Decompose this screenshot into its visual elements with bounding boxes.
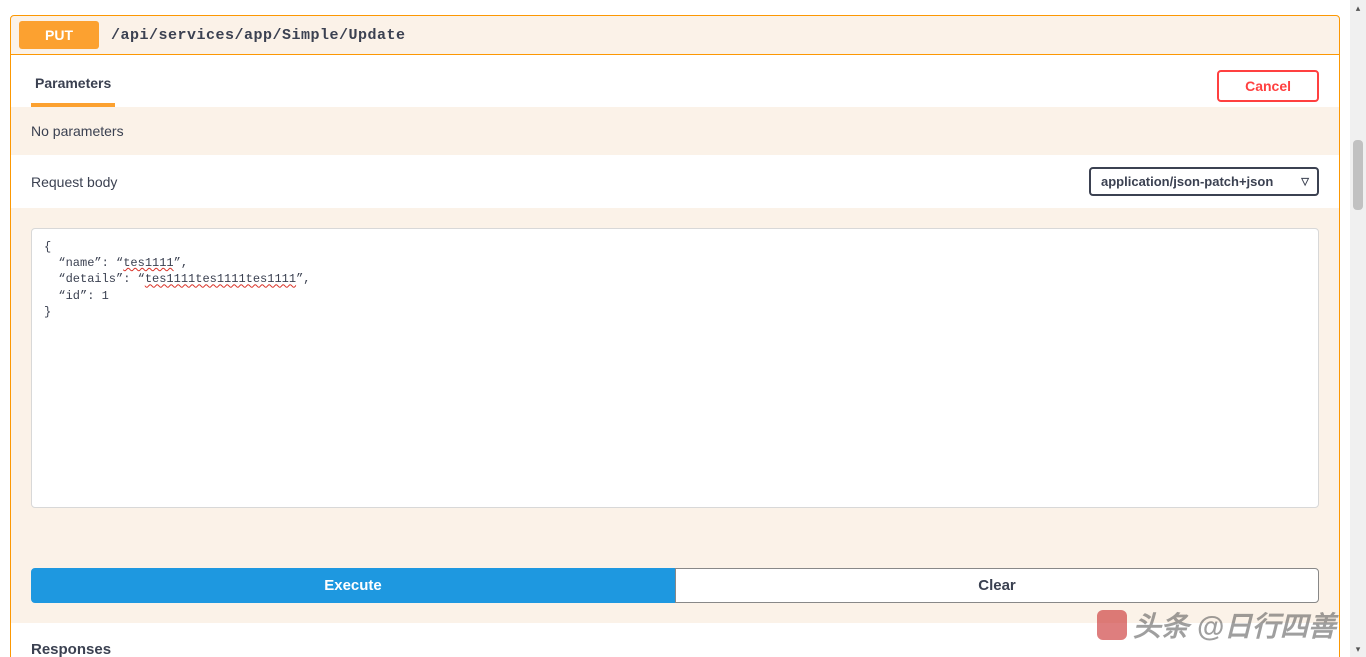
watermark: 头条 @日行四善 — [1097, 605, 1336, 645]
scrollbar-thumb[interactable] — [1353, 140, 1363, 210]
watermark-logo-icon — [1097, 610, 1127, 640]
method-badge: PUT — [19, 21, 99, 49]
execute-button[interactable]: Execute — [31, 568, 675, 603]
request-body-section: { “name”: “tes1111”, “details”: “tes1111… — [11, 208, 1339, 538]
scroll-up-icon[interactable]: ▴ — [1350, 0, 1366, 16]
clear-button[interactable]: Clear — [675, 568, 1319, 603]
tab-parameters[interactable]: Parameters — [31, 65, 115, 107]
request-body-header: Request body application/json-patch+json… — [11, 155, 1339, 208]
request-body-label: Request body — [31, 174, 117, 190]
no-parameters-message: No parameters — [11, 107, 1339, 155]
content-type-value: application/json-patch+json — [1101, 174, 1273, 189]
chevron-down-icon: ▽ — [1301, 176, 1309, 187]
tabs-row: Parameters Cancel — [11, 55, 1339, 107]
operation-summary[interactable]: PUT /api/services/app/Simple/Update — [11, 16, 1339, 55]
request-body-textarea[interactable]: { “name”: “tes1111”, “details”: “tes1111… — [31, 228, 1319, 508]
scroll-down-icon[interactable]: ▾ — [1350, 641, 1366, 657]
cancel-button[interactable]: Cancel — [1217, 70, 1319, 102]
endpoint-path: /api/services/app/Simple/Update — [111, 27, 406, 44]
content-type-select[interactable]: application/json-patch+json ▽ — [1089, 167, 1319, 196]
watermark-text: 头条 @日行四善 — [1133, 605, 1336, 645]
operation-block: PUT /api/services/app/Simple/Update Para… — [10, 15, 1340, 657]
scrollbar[interactable]: ▴ ▾ — [1350, 0, 1366, 657]
